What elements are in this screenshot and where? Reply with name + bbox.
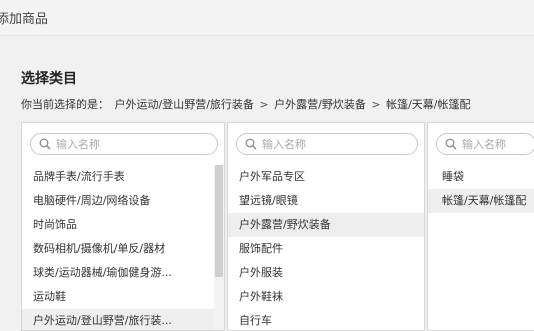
path-level3: 帐篷/天幕/帐篷配 [386, 98, 471, 111]
list-item[interactable]: 睡袋 [428, 165, 534, 189]
search-placeholder: 输入名称 [462, 138, 506, 151]
scrollbar[interactable] [214, 165, 224, 330]
category-list: 睡袋 帐篷/天幕/帐篷配 [428, 165, 534, 213]
list-item[interactable]: 自行车 [228, 309, 424, 330]
section-title: 选择类目 [21, 71, 77, 87]
category-panel-level2: 输入名称 户外军品专区 望远镜/眼镜 户外露营/野炊装备 服饰配件 户外服装 户… [227, 122, 425, 331]
search-placeholder: 输入名称 [56, 138, 100, 151]
search-icon [39, 138, 51, 150]
list-item[interactable]: 户外服装 [228, 261, 424, 285]
category-list: 户外军品专区 望远镜/眼镜 户外露营/野炊装备 服饰配件 户外服装 户外鞋袜 自… [228, 165, 424, 330]
category-path: 你当前选择的是： 户外运动/登山野营/旅行装备 > 户外露营/野炊装备 > 帐篷… [21, 96, 473, 112]
list-item-selected[interactable]: 帐篷/天幕/帐篷配 [428, 189, 534, 213]
path-separator: > [259, 98, 269, 111]
category-panel-level1: 输入名称 品牌手表/流行手表 电脑硬件/周边/网络设备 时尚饰品 数码相机/摄像… [21, 122, 225, 331]
list-item[interactable]: 服饰配件 [228, 237, 424, 261]
list-item-selected[interactable]: 户外露营/野炊装备 [228, 213, 424, 237]
category-list: 品牌手表/流行手表 电脑硬件/周边/网络设备 时尚饰品 数码相机/摄像机/单反/… [22, 165, 224, 330]
list-item[interactable]: 户外军品专区 [228, 165, 424, 189]
list-item[interactable]: 球类/运动器械/瑜伽健身游... [22, 261, 224, 285]
list-item[interactable]: 品牌手表/流行手表 [22, 165, 224, 189]
search-icon [245, 138, 257, 150]
search-input[interactable]: 输入名称 [436, 133, 534, 155]
list-item-selected[interactable]: 户外运动/登山野营/旅行装... [22, 309, 224, 330]
scrollbar-thumb[interactable] [215, 165, 223, 277]
list-item[interactable]: 户外鞋袜 [228, 285, 424, 309]
dialog-titlebar: 添加商品 [0, 0, 534, 36]
path-prefix: 你当前选择的是： [21, 98, 109, 111]
search-input[interactable]: 输入名称 [236, 133, 418, 155]
category-panel-level3: 输入名称 睡袋 帐篷/天幕/帐篷配 [427, 122, 534, 331]
path-level1: 户外运动/登山野营/旅行装备 [114, 98, 254, 111]
list-item[interactable]: 电脑硬件/周边/网络设备 [22, 189, 224, 213]
list-item[interactable]: 时尚饰品 [22, 213, 224, 237]
list-item[interactable]: 数码相机/摄像机/单反/器材 [22, 237, 224, 261]
search-placeholder: 输入名称 [262, 138, 306, 151]
search-input[interactable]: 输入名称 [30, 133, 218, 155]
list-item[interactable]: 运动鞋 [22, 285, 224, 309]
search-icon [445, 138, 457, 150]
dialog-title: 添加商品 [0, 12, 49, 27]
list-item[interactable]: 望远镜/眼镜 [228, 189, 424, 213]
category-panels: 输入名称 品牌手表/流行手表 电脑硬件/周边/网络设备 时尚饰品 数码相机/摄像… [21, 122, 534, 331]
path-separator: > [371, 98, 381, 111]
path-level2: 户外露营/野炊装备 [274, 98, 366, 111]
